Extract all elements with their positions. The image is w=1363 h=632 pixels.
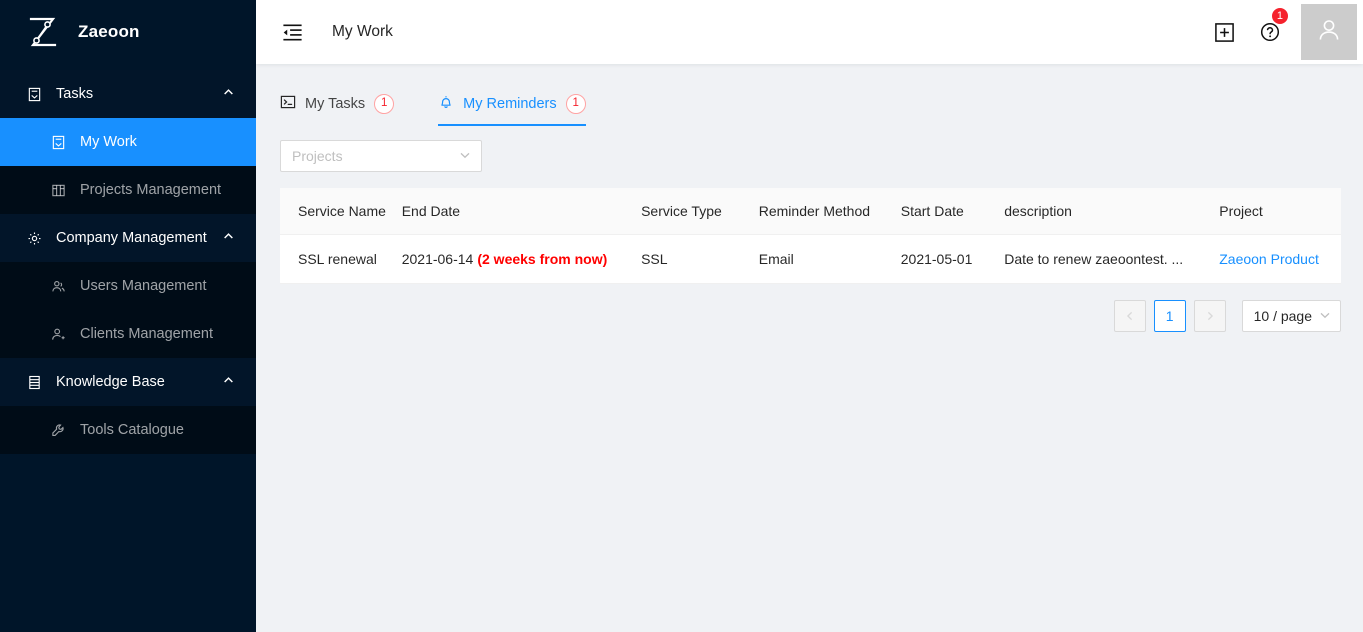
column-service-type: Service Type: [641, 188, 759, 235]
page-title: My Work: [332, 23, 393, 40]
sidebar-submenu-knowledge: Tools Catalogue: [0, 406, 256, 454]
page-size-label: 10 / page: [1253, 308, 1312, 324]
help-badge: 1: [1270, 7, 1289, 25]
filter-bar: Projects: [256, 126, 1363, 172]
wrench-icon: [48, 423, 68, 438]
column-service-name: Service Name: [280, 188, 402, 235]
sidebar-group-company-management[interactable]: Company Management: [0, 214, 256, 262]
menu-fold-icon[interactable]: [270, 10, 314, 54]
sidebar-item-my-work[interactable]: My Work: [0, 118, 256, 166]
tab-badge: 1: [565, 94, 586, 114]
sidebar-submenu-tasks: My Work Projects Management: [0, 118, 256, 214]
end-date-warning: (2 weeks from now): [477, 251, 608, 267]
sidebar-item-tools-catalogue[interactable]: Tools Catalogue: [0, 406, 256, 454]
chevron-up-icon: [223, 374, 234, 390]
chevron-down-icon: [459, 148, 471, 164]
plus-square-icon[interactable]: [1201, 0, 1247, 64]
sidebar-item-projects-management[interactable]: Projects Management: [0, 166, 256, 214]
sidebar-group-label: Knowledge Base: [56, 374, 165, 390]
sidebar-item-users-management[interactable]: Users Management: [0, 262, 256, 310]
tab-my-reminders[interactable]: My Reminders 1: [438, 94, 587, 126]
cell-service-name: SSL renewal: [280, 234, 402, 284]
tabs-bar: My Tasks 1 My Reminders 1: [256, 64, 1363, 126]
console-icon: [280, 94, 296, 114]
cell-end-date: 2021-06-14 (2 weeks from now): [401, 234, 642, 284]
tab-list: My Tasks 1 My Reminders 1: [280, 86, 1363, 126]
chevron-up-icon: [223, 230, 234, 246]
pagination-page-1[interactable]: 1: [1153, 300, 1186, 332]
gear-icon: [24, 231, 44, 246]
tab-badge: 1: [374, 94, 395, 114]
sidebar-item-clients-management[interactable]: Clients Management: [0, 310, 256, 358]
end-date-value: 2021-06-14: [401, 251, 474, 267]
brand-name: Zaeoon: [78, 22, 140, 41]
bell-icon: [438, 94, 454, 114]
user-avatar-icon: [1314, 15, 1344, 50]
sidebar-item-label: My Work: [80, 134, 137, 150]
table-row[interactable]: SSL renewal 2021-06-14 (2 weeks from now)…: [280, 234, 1341, 284]
content-area: My Tasks 1 My Reminders 1 Projects Servi…: [256, 64, 1363, 632]
book-icon: [24, 375, 44, 390]
sidebar-menu: Tasks My Work Projects Management Compan…: [0, 64, 256, 454]
cell-reminder-method: Email: [758, 234, 901, 284]
top-header: My Work 1: [256, 0, 1363, 64]
sidebar-item-label: Users Management: [80, 278, 207, 294]
table-header-row: Service Name End Date Service Type Remin…: [280, 188, 1341, 235]
pagination-prev-button[interactable]: [1113, 300, 1146, 332]
column-end-date: End Date: [401, 188, 642, 235]
main-area: My Work 1 My Tasks 1 My Reminders 1 Proj…: [256, 0, 1363, 632]
tab-label: My Tasks: [305, 96, 366, 112]
cell-start-date: 2021-05-01: [900, 234, 1005, 284]
cell-project: Zaeoon Product: [1219, 234, 1341, 284]
pagination-next-button[interactable]: [1193, 300, 1226, 332]
project-link[interactable]: Zaeoon Product: [1219, 251, 1319, 267]
sidebar-group-knowledge-base[interactable]: Knowledge Base: [0, 358, 256, 406]
tab-my-tasks[interactable]: My Tasks 1: [280, 94, 395, 126]
table-body: SSL renewal 2021-06-14 (2 weeks from now)…: [280, 234, 1341, 284]
column-project: Project: [1219, 188, 1341, 235]
sidebar-item-label: Tools Catalogue: [80, 422, 184, 438]
avatar[interactable]: [1301, 4, 1357, 60]
app-root: Zaeoon Tasks My Work Projects Management…: [0, 0, 1363, 632]
header-actions: 1: [1201, 0, 1363, 64]
my-work-file-icon: [48, 135, 68, 150]
sidebar-group-label: Company Management: [56, 230, 207, 246]
brand-logo[interactable]: Zaeoon: [0, 0, 256, 64]
project-filter-select[interactable]: Projects: [280, 140, 482, 172]
user-add-icon: [48, 327, 68, 342]
tab-label: My Reminders: [463, 96, 557, 112]
sidebar-item-label: Projects Management: [80, 182, 222, 198]
cell-description: Date to renew zaeoontest. ...: [1004, 234, 1220, 284]
sidebar: Zaeoon Tasks My Work Projects Management…: [0, 0, 256, 632]
sidebar-item-label: Clients Management: [80, 326, 213, 342]
cell-service-type: SSL: [641, 234, 759, 284]
projects-board-icon: [48, 183, 68, 198]
tasks-file-icon: [24, 87, 44, 102]
question-circle-icon[interactable]: 1: [1247, 0, 1293, 64]
chevron-up-icon: [223, 86, 234, 102]
page-size-select[interactable]: 10 / page: [1241, 300, 1341, 332]
sidebar-group-tasks[interactable]: Tasks: [0, 70, 256, 118]
zaeoon-z-logo-icon: [20, 10, 64, 54]
sidebar-submenu-company: Users Management Clients Management: [0, 262, 256, 358]
column-start-date: Start Date: [900, 188, 1005, 235]
users-group-icon: [48, 279, 68, 294]
table-header: Service Name End Date Service Type Remin…: [280, 188, 1341, 235]
chevron-down-icon: [1319, 308, 1331, 324]
project-filter-placeholder: Projects: [292, 148, 343, 164]
sidebar-group-label: Tasks: [56, 86, 94, 102]
reminders-table: Service Name End Date Service Type Remin…: [280, 188, 1341, 284]
column-description: description: [1004, 188, 1220, 235]
pagination: 1 10 / page: [256, 300, 1341, 332]
column-reminder-method: Reminder Method: [758, 188, 901, 235]
